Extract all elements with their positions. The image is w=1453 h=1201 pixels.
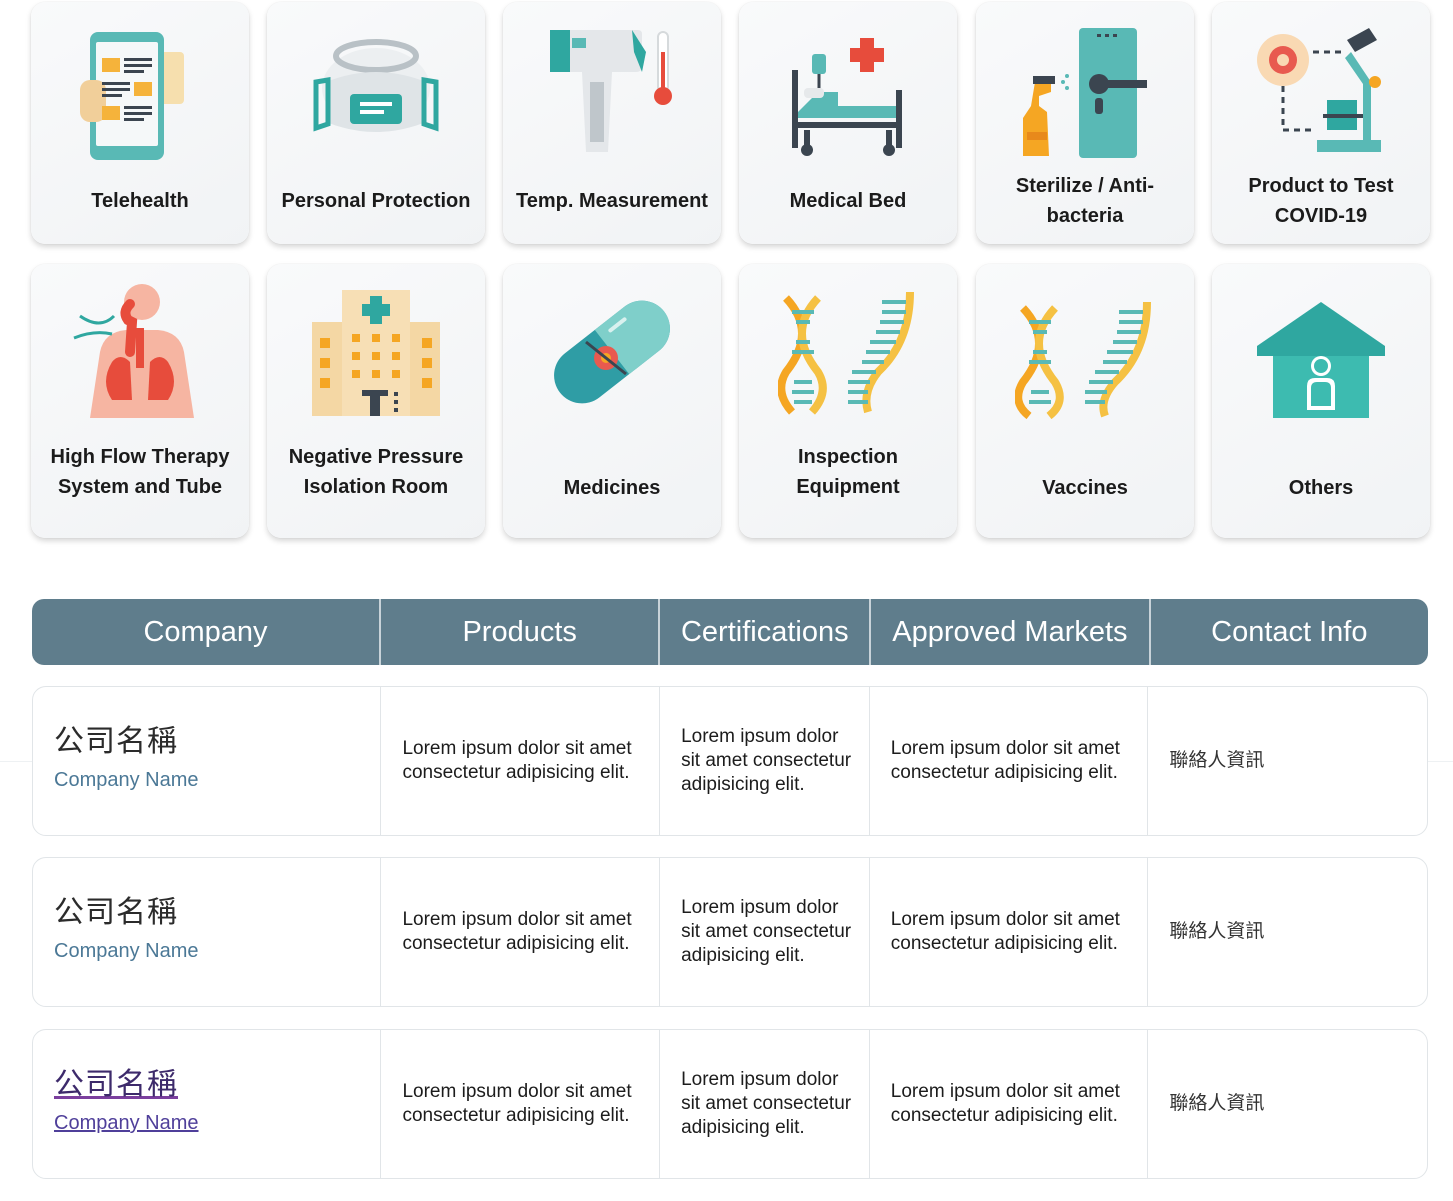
- category-card-others[interactable]: Others: [1212, 264, 1430, 538]
- markets-cell: Lorem ipsum dolor sit amet consectetur a…: [870, 858, 1149, 1006]
- company-cell: 公司名稱 Company Name: [33, 687, 382, 835]
- card-label: Medicines: [563, 477, 661, 499]
- category-card-negative-pressure[interactable]: Negative Pressure Isolation Room: [267, 264, 485, 538]
- table-header: Company Products Certifications Approved…: [32, 599, 1428, 665]
- face-mask-icon: [313, 39, 439, 132]
- category-card-medicines[interactable]: Medicines: [503, 264, 721, 538]
- category-card-inspection-equipment[interactable]: Inspection Equipment: [739, 264, 957, 538]
- card-label: Inspection Equipment: [796, 446, 900, 498]
- company-name-link[interactable]: Company Name: [54, 939, 199, 963]
- capsule-pill-icon: [554, 300, 670, 404]
- telehealth-phone-icon: [80, 32, 184, 160]
- table-row: 公司名稱 Company Name Lorem ipsum dolor sit …: [32, 686, 1428, 836]
- hospital-building-icon: [312, 290, 440, 416]
- card-label: Others: [1288, 477, 1354, 499]
- markets-cell: Lorem ipsum dolor sit amet consectetur a…: [870, 687, 1149, 835]
- company-name-link[interactable]: Company Name: [54, 768, 199, 792]
- category-card-high-flow[interactable]: High Flow Therapy System and Tube: [31, 264, 249, 538]
- category-card-temp-measurement[interactable]: Temp. Measurement: [503, 2, 721, 244]
- products-cell: Lorem ipsum dolor sit amet consectetur a…: [381, 687, 661, 835]
- column-header-products: Products: [381, 599, 661, 665]
- table-row: 公司名稱 Company Name Lorem ipsum dolor sit …: [32, 1029, 1428, 1179]
- card-label: Product to Test COVID-19: [1248, 175, 1394, 227]
- card-label: Personal Protection: [281, 190, 471, 212]
- products-cell: Lorem ipsum dolor sit amet consectetur a…: [381, 1030, 661, 1178]
- thermometer-gun-icon: [550, 30, 672, 152]
- card-label: Sterilize / Anti-bacteria: [1015, 175, 1155, 227]
- certifications-cell: Lorem ipsum dolor sit amet consectetur a…: [660, 687, 870, 835]
- contact-cell: 聯絡人資訊: [1169, 921, 1265, 942]
- certifications-cell: Lorem ipsum dolor sit amet consectetur a…: [660, 1030, 870, 1178]
- category-card-personal-protection[interactable]: Personal Protection: [267, 2, 485, 244]
- company-name-cn[interactable]: 公司名稱: [54, 727, 178, 757]
- table-row: 公司名稱 Company Name Lorem ipsum dolor sit …: [32, 857, 1428, 1007]
- card-label: Negative Pressure Isolation Room: [288, 446, 464, 498]
- card-label: Medical Bed: [789, 190, 907, 212]
- hospital-bed-icon: [792, 38, 902, 156]
- sanitizer-door-icon: [1023, 28, 1147, 158]
- house-person-icon: [1257, 302, 1385, 418]
- contact-cell: 聯絡人資訊: [1169, 1093, 1265, 1114]
- card-label: High Flow Therapy System and Tube: [50, 446, 230, 498]
- company-name-cn[interactable]: 公司名稱: [54, 898, 178, 928]
- card-label: Vaccines: [1042, 477, 1128, 499]
- category-card-covid-test[interactable]: Product to Test COVID-19: [1212, 2, 1430, 244]
- microscope-virus-icon: [1257, 28, 1381, 152]
- category-card-sterilize[interactable]: Sterilize / Anti-bacteria: [976, 2, 1194, 244]
- category-card-vaccines[interactable]: Vaccines: [976, 264, 1194, 538]
- certifications-cell: Lorem ipsum dolor sit amet consectetur a…: [660, 858, 870, 1006]
- contact-cell: 聯絡人資訊: [1169, 750, 1265, 771]
- category-card-telehealth[interactable]: Telehealth: [31, 2, 249, 244]
- column-header-contact-info: Contact Info: [1211, 615, 1368, 648]
- column-header-company: Company: [32, 599, 381, 665]
- company-name-link[interactable]: Company Name: [54, 1111, 199, 1135]
- card-label: Telehealth: [91, 190, 189, 212]
- lungs-respiratory-icon: [73, 284, 194, 418]
- card-label: Temp. Measurement: [516, 190, 708, 212]
- column-header-certifications: Certifications: [660, 599, 872, 665]
- column-header-approved-markets: Approved Markets: [871, 599, 1151, 665]
- dna-helix-icon: [1015, 301, 1151, 420]
- company-name-cn[interactable]: 公司名稱: [54, 1070, 178, 1100]
- markets-cell: Lorem ipsum dolor sit amet consectetur a…: [870, 1030, 1149, 1178]
- dna-helix-icon: [778, 291, 914, 415]
- company-cell: 公司名稱 Company Name: [33, 858, 382, 1006]
- category-card-medical-bed[interactable]: Medical Bed: [739, 2, 957, 244]
- products-cell: Lorem ipsum dolor sit amet consectetur a…: [381, 858, 661, 1006]
- company-cell: 公司名稱 Company Name: [33, 1030, 382, 1178]
